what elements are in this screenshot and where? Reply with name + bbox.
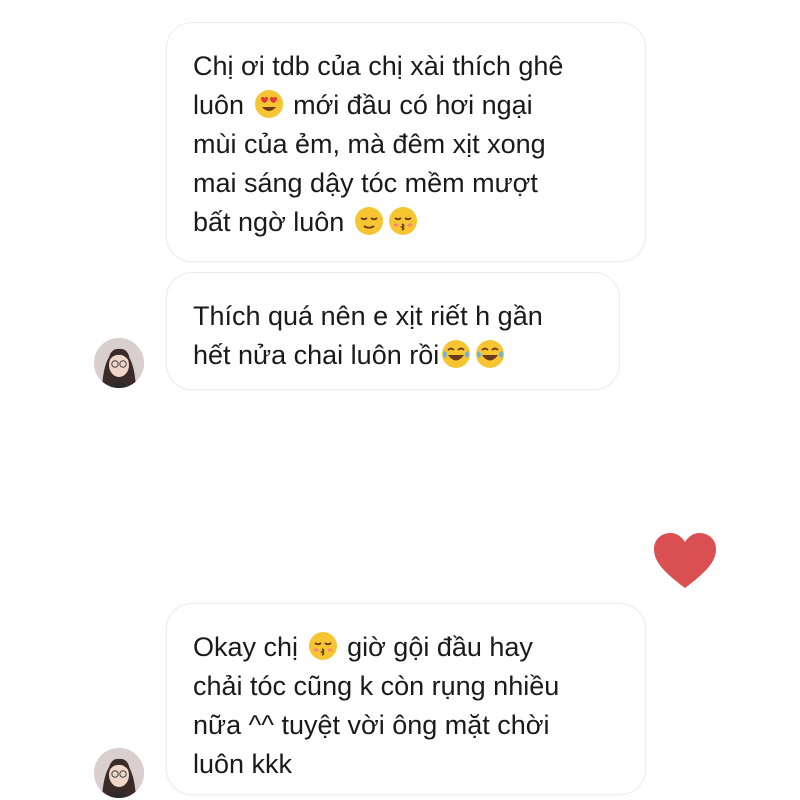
message-line: hết nửa chai luôn rồi — [193, 336, 593, 375]
message-line: Okay chị giờ gội đầu hay — [193, 628, 619, 667]
message-text: luôn — [193, 90, 245, 120]
message-line: nữa ^^ tuyệt vời ông mặt chời — [193, 710, 550, 740]
message-text: hết nửa chai luôn rồi — [193, 340, 440, 370]
message-line: chải tóc cũng k còn rụng nhiều — [193, 671, 560, 701]
message-text: Okay chị — [193, 632, 299, 662]
relieved-emoji — [354, 206, 384, 236]
message-line: Chị ơi tdb của chị xài thích ghê — [193, 51, 564, 81]
message-bubble[interactable]: Okay chị giờ gội đầu hay chải tóc cũng k… — [166, 603, 646, 795]
contact-avatar[interactable] — [94, 338, 144, 388]
message-line: bất ngờ luôn — [193, 203, 619, 242]
kissing-emoji — [308, 631, 338, 661]
message-line: luôn mới đầu có hơi ngại — [193, 86, 619, 125]
heart-eyes-emoji — [254, 89, 284, 119]
message-line: mai sáng dậy tóc mềm mượt — [193, 168, 538, 198]
message-line: Thích quá nên e xịt riết h gần — [193, 301, 543, 331]
contact-avatar[interactable] — [94, 748, 144, 798]
tears-of-joy-emoji — [441, 339, 471, 369]
message-text: bất ngờ luôn — [193, 207, 345, 237]
kissing-emoji — [388, 206, 418, 236]
tears-of-joy-emoji — [475, 339, 505, 369]
message-text: giờ gội đầu hay — [347, 632, 533, 662]
chat-thread: Chị ơi tdb của chị xài thích ghê luôn mớ… — [0, 0, 800, 800]
heart-icon[interactable] — [652, 532, 718, 590]
message-line: luôn kkk — [193, 749, 293, 779]
message-text: mới đầu có hơi ngại — [293, 90, 533, 120]
message-line: mùi của ẻm, mà đêm xịt xong — [193, 129, 546, 159]
message-bubble[interactable]: Thích quá nên e xịt riết h gần hết nửa c… — [166, 272, 620, 390]
message-bubble[interactable]: Chị ơi tdb của chị xài thích ghê luôn mớ… — [166, 22, 646, 262]
